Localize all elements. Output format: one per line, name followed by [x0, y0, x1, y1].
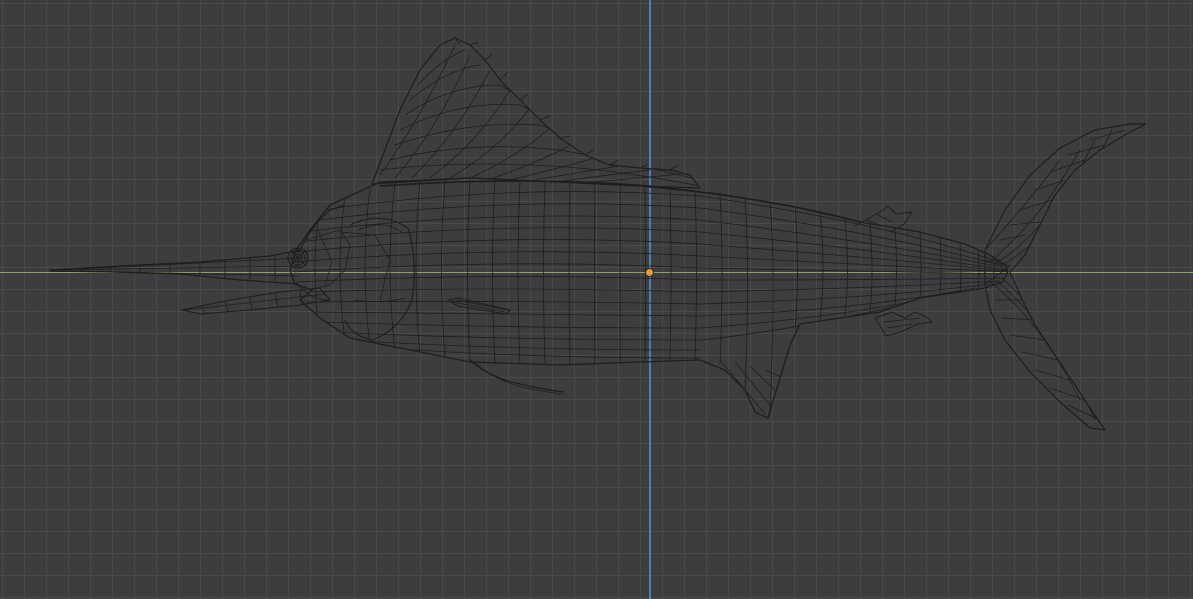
marlin-wireframe-mesh[interactable] [0, 0, 1193, 599]
object-origin-point[interactable] [646, 269, 653, 276]
3d-viewport[interactable] [0, 0, 1193, 599]
